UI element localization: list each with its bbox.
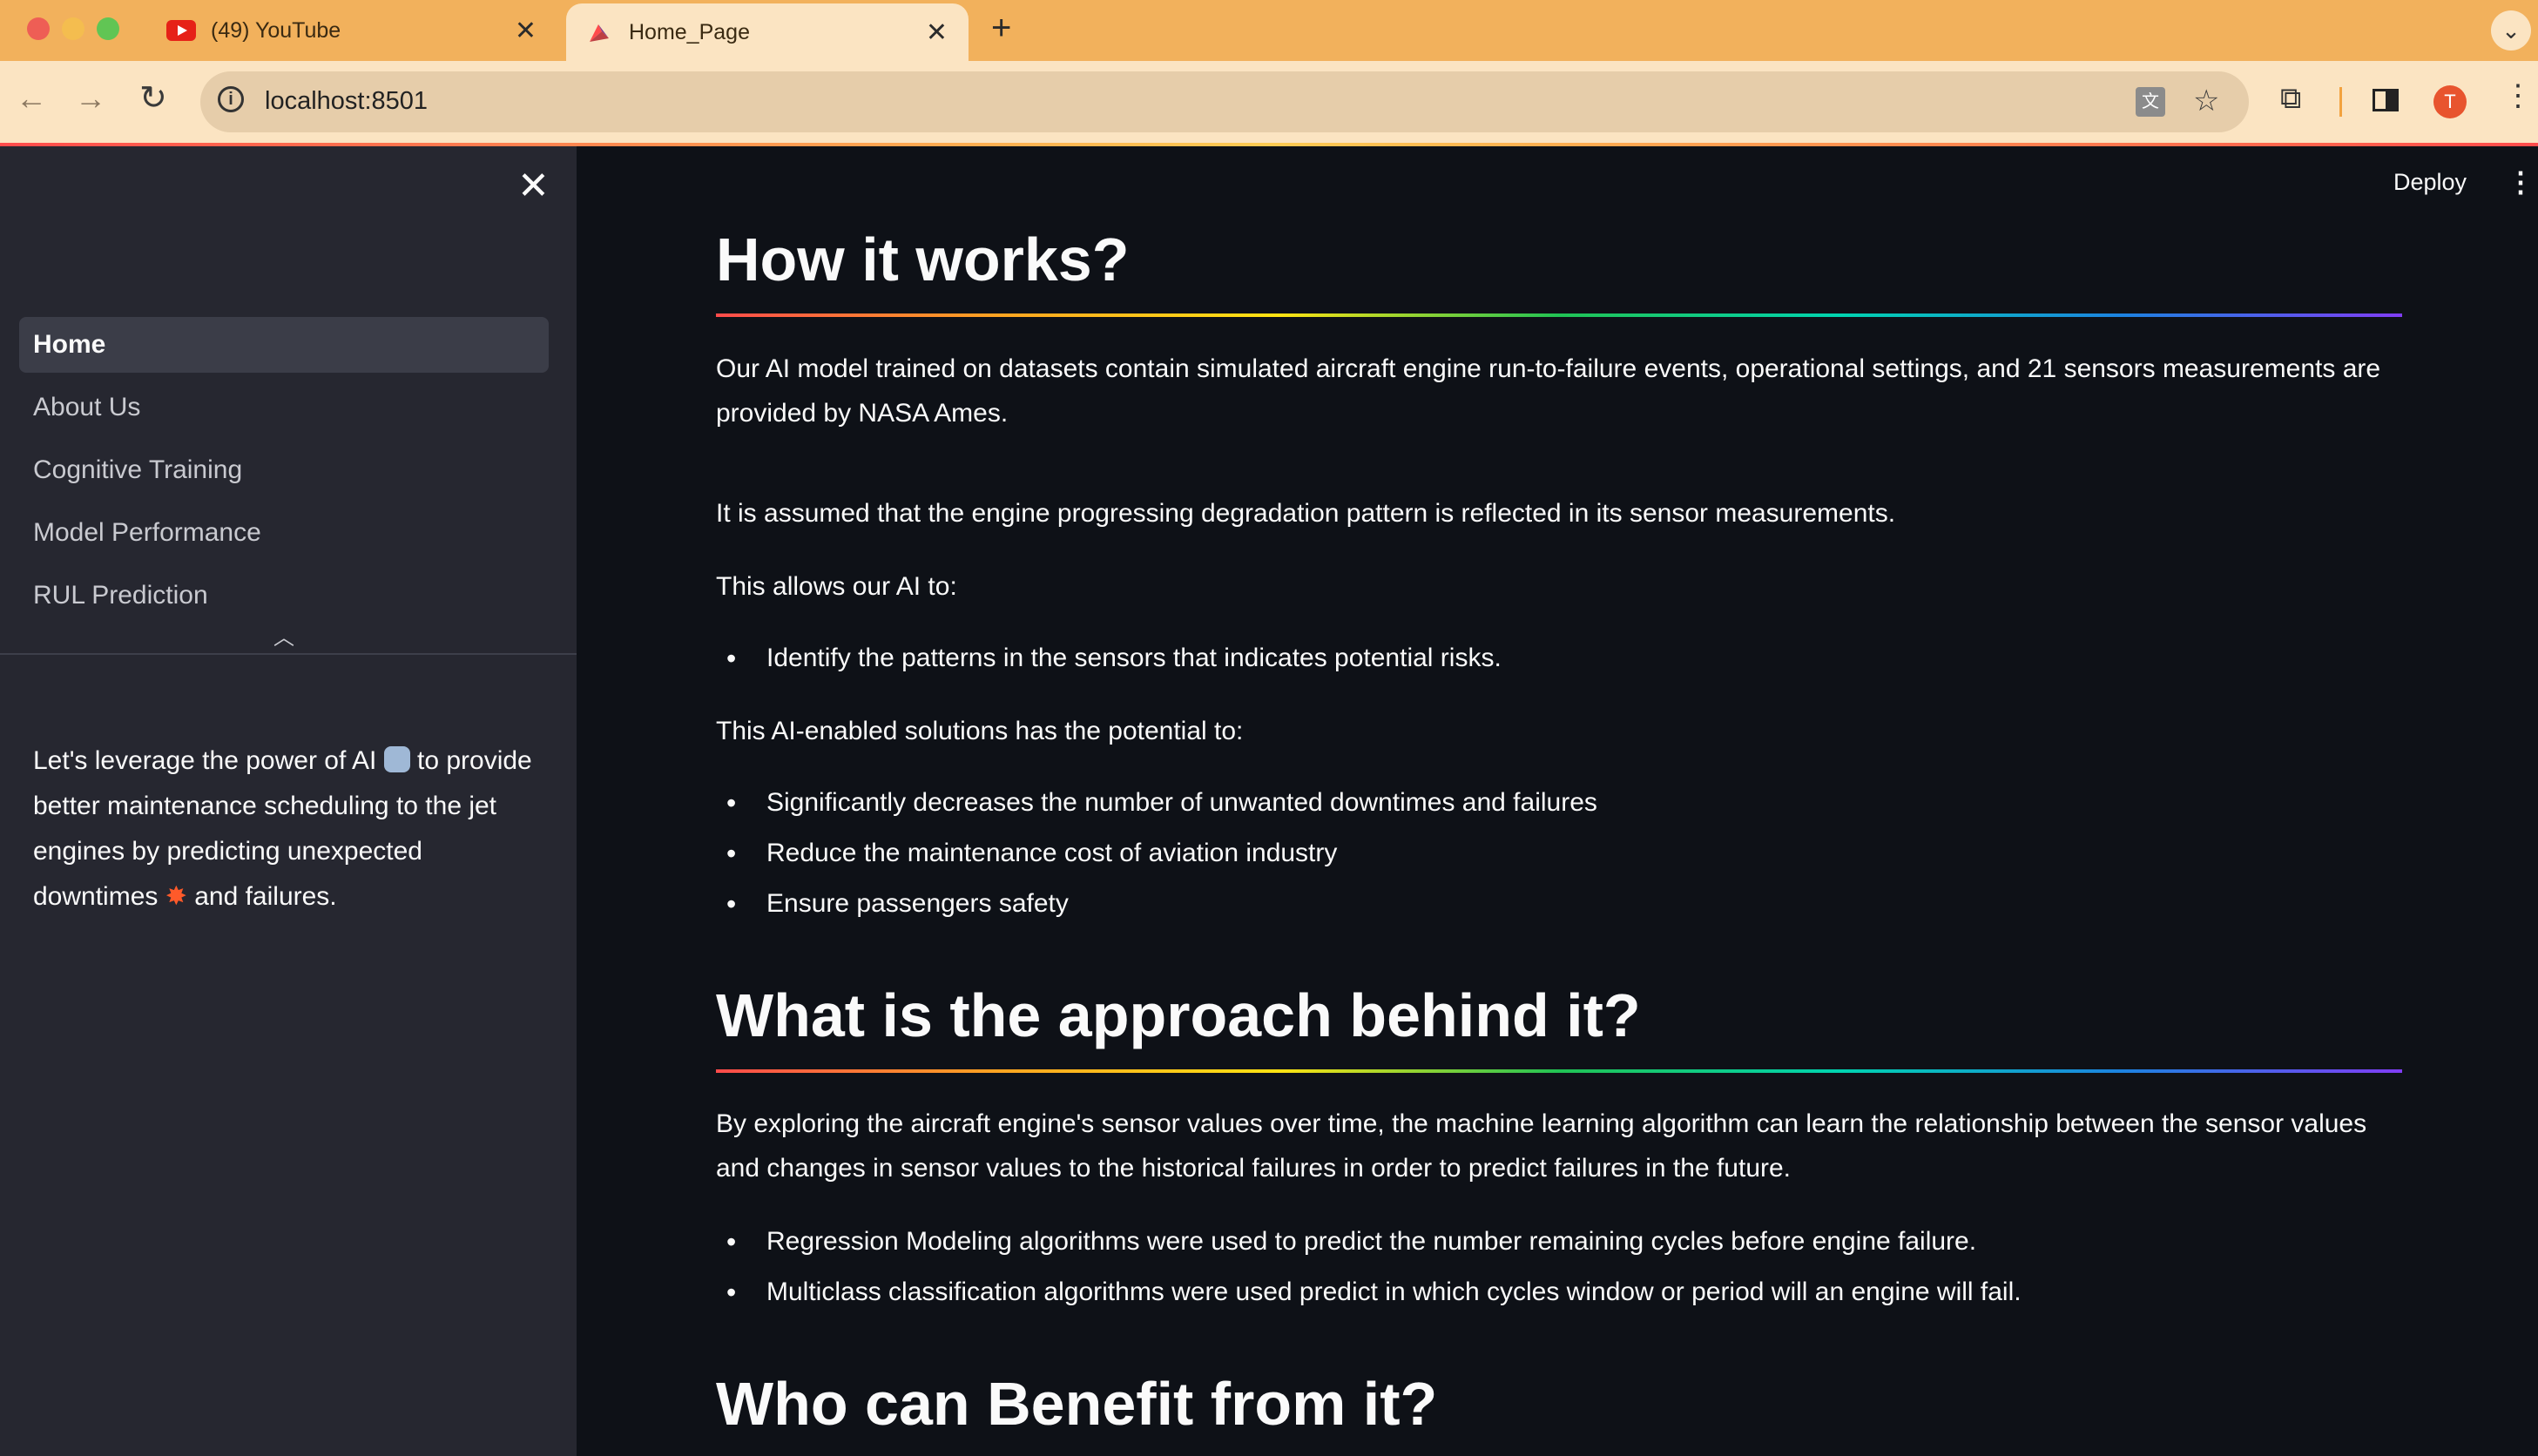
list-item: Multiclass classification algorithms wer… [716,1267,2402,1318]
window-maximize-button[interactable] [97,17,119,40]
list-item: Significantly decreases the number of un… [716,778,2402,828]
sidebar-item-about-us[interactable]: About Us [19,380,549,435]
tab-title: Home_Page [629,19,750,44]
tab-home-page[interactable]: Home_Page ✕ [566,3,969,61]
back-icon[interactable]: ← [16,80,47,117]
paragraph: This allows our AI to: [716,572,957,601]
url-text[interactable]: localhost:8501 [265,87,428,116]
bullet-list: Identify the patterns in the sensors tha… [716,633,2402,684]
sidebar-item-model-performance[interactable]: Model Performance [19,505,549,561]
window-minimize-button[interactable] [62,17,84,40]
toolbar-divider [2339,87,2342,117]
paragraph: It is assumed that the engine progressin… [716,499,1896,528]
sidebar-description: Let's leverage the power of AI to provid… [33,738,547,920]
app-menu-icon[interactable]: ⋮ [2507,165,2535,199]
tab-close-icon[interactable]: ✕ [926,17,948,48]
tab-title: (49) YouTube [211,17,341,43]
tab-search-chevron-icon[interactable]: ⌄ [2491,10,2531,51]
list-item: Ensure passengers safety [716,879,2402,929]
heading-how-it-works: How it works? [716,226,1130,293]
bullet-list: Significantly decreases the number of un… [716,778,2402,929]
heading-approach: What is the approach behind it? [716,981,1641,1049]
sidebar-divider [0,653,577,655]
new-tab-icon[interactable]: + [991,9,1011,48]
paragraph: Our AI model trained on datasets contain… [716,354,2381,428]
window-close-button[interactable] [27,17,50,40]
sidebar-item-cognitive-training[interactable]: Cognitive Training [19,442,549,498]
sidebar-item-home[interactable]: Home [19,317,549,373]
heading-who-can-benefit: Who can Benefit from it? [716,1370,1438,1438]
address-bar[interactable]: i localhost:8501 文 ☆ [200,71,2249,132]
paragraph: This AI-enabled solutions has the potent… [716,717,1244,745]
sidebar-nav: Home About Us Cognitive Training Model P… [19,317,549,630]
extensions-icon[interactable]: ⧉ [2280,82,2301,116]
robot-icon [383,746,410,772]
site-info-icon[interactable]: i [218,86,244,112]
tab-close-icon[interactable]: ✕ [515,16,537,46]
browser-toolbar: ← → ↻ i localhost:8501 文 ☆ ⧉ T ⋮ [0,61,2538,143]
youtube-icon [165,19,197,42]
rainbow-divider [716,1069,2402,1073]
streamlit-icon [584,21,615,44]
translate-icon[interactable]: 文 [2136,87,2165,117]
list-item: Identify the patterns in the sensors tha… [716,633,2402,684]
list-item: Regression Modeling algorithms were used… [716,1217,2402,1267]
profile-avatar[interactable]: T [2433,85,2467,118]
paragraph: By exploring the aircraft engine's senso… [716,1109,2367,1183]
sidebar-item-rul-prediction[interactable]: RUL Prediction [19,568,549,624]
tab-youtube[interactable]: (49) YouTube ✕ [148,0,557,61]
reload-icon[interactable]: ↻ [139,78,167,118]
chevron-up-icon[interactable]: ︿ [273,620,294,650]
deploy-button[interactable]: Deploy [2393,169,2467,196]
bookmark-star-icon[interactable]: ☆ [2193,84,2219,118]
bullet-list: Regression Modeling algorithms were used… [716,1217,2402,1318]
forward-icon[interactable]: → [75,80,106,117]
note-text: Let's leverage the power of AI [33,746,384,775]
side-panel-icon[interactable] [2373,89,2399,111]
collision-icon: ✸ [165,882,187,911]
browser-tabstrip: (49) YouTube ✕ Home_Page ✕ + ⌄ [0,0,2538,61]
list-item: Reduce the maintenance cost of aviation … [716,828,2402,879]
close-sidebar-icon[interactable]: ✕ [517,167,550,206]
rainbow-divider [716,313,2402,317]
sidebar: ✕ Home About Us Cognitive Training Model… [0,146,577,1456]
note-text: and failures. [186,882,337,911]
browser-menu-icon[interactable]: ⋮ [2503,78,2533,113]
